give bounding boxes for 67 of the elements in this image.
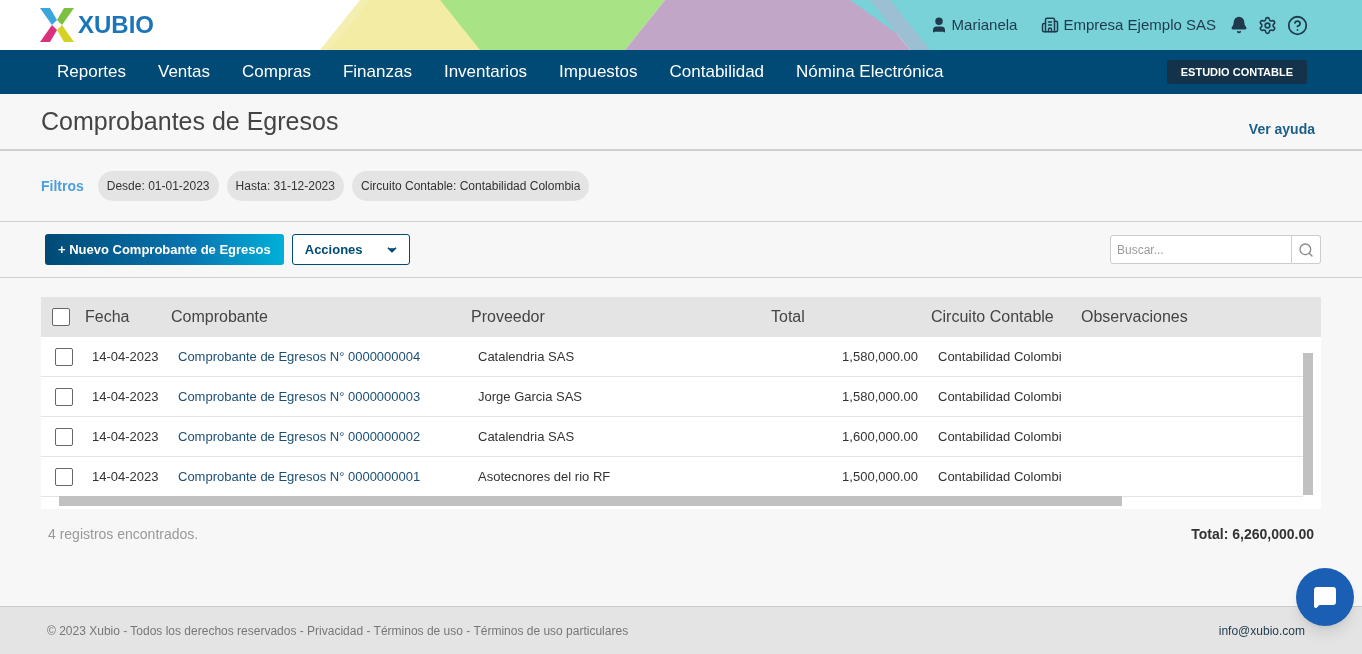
nav-item[interactable]: Compras — [226, 59, 327, 85]
table-cell-text: Contabilidad Colombi — [937, 427, 1062, 446]
table-cell-text: 1,580,000.00 — [841, 347, 918, 366]
help-link[interactable]: Ver ayuda — [1248, 119, 1315, 140]
table-cell-text: Contabilidad Colombi — [937, 467, 1062, 486]
help-icon[interactable] — [1287, 14, 1308, 36]
table-cell-text: 14-04-2023 — [92, 347, 160, 366]
filter-chip[interactable]: Hasta: 31-12-2023 — [226, 171, 344, 201]
table-cell-text: 14-04-2023 — [92, 387, 160, 406]
table-cell-text: 1,580,000.00 — [841, 387, 918, 406]
table-cell[interactable]: Comprobante de Egresos N° 0000000002 — [178, 426, 478, 447]
table-cell-text: Contabilidad Colombi — [937, 387, 1062, 406]
search-button[interactable] — [1292, 235, 1321, 264]
building-icon — [1041, 16, 1060, 34]
checkbox[interactable] — [55, 467, 73, 486]
actions-button[interactable]: Acciones — [291, 234, 410, 265]
checkbox[interactable] — [55, 347, 73, 366]
grand-total: Total: 6,260,000.00 — [1191, 525, 1314, 544]
notifications-icon[interactable] — [1230, 16, 1248, 34]
settings-icon[interactable] — [1258, 15, 1277, 35]
table-cell-text: 14-04-2023 — [92, 427, 160, 446]
table-cell-text: Catalendria SAS — [478, 347, 576, 366]
filter-chip[interactable]: Desde: 01-01-2023 — [97, 171, 219, 201]
page-title: Comprobantes de Egresos — [41, 105, 339, 137]
table-cell-text: 1,600,000.00 — [841, 427, 918, 446]
column-header[interactable]: Proveedor — [471, 305, 771, 329]
user-name[interactable]: Marianela — [951, 13, 1018, 37]
checkbox[interactable] — [52, 308, 70, 326]
column-header[interactable]: Total — [771, 305, 931, 329]
filters-label: Filtros — [41, 176, 84, 196]
nav-item[interactable]: Impuestos — [543, 59, 654, 85]
checkbox[interactable] — [55, 387, 73, 406]
vertical-scrollbar[interactable] — [1303, 353, 1313, 495]
search-icon — [1298, 241, 1314, 258]
logo-text: XUBIO — [78, 10, 154, 40]
table-cell[interactable]: Comprobante de Egresos N° 0000000003 — [178, 386, 478, 407]
chat-icon — [1313, 585, 1337, 609]
table-cell-text: Contabilidad Colombi — [937, 347, 1062, 366]
table-cell[interactable]: Comprobante de Egresos N° 0000000004 — [178, 346, 478, 367]
table-cell-text: Jorge Garcia SAS — [478, 387, 584, 406]
table-cell-text: 14-04-2023 — [92, 467, 160, 486]
chat-button[interactable] — [1296, 568, 1354, 626]
column-header[interactable]: Fecha — [85, 305, 171, 329]
column-header[interactable]: Comprobante — [171, 305, 471, 329]
company-name[interactable]: Empresa Ejemplo SAS — [1063, 13, 1216, 37]
nav-item[interactable]: Nómina Electrónica — [780, 59, 960, 85]
logo-icon — [40, 8, 74, 42]
nav-item[interactable]: Finanzas — [326, 59, 428, 85]
checkbox[interactable] — [55, 427, 73, 446]
filter-chip[interactable]: Circuito Contable: Contabilidad Colombia — [351, 171, 590, 201]
table-cell-text: Asotecnores del rio RF — [478, 467, 612, 486]
search-field[interactable]: Buscar... — [1110, 235, 1292, 264]
table-cell-text: Catalendria SAS — [478, 427, 576, 446]
column-header[interactable]: Observaciones — [1081, 305, 1201, 329]
new-voucher-button[interactable]: + Nuevo Comprobante de Egresos — [45, 234, 284, 265]
footer-links: © 2023 Xubio - Todos los derechos reservados - Privacidad - Términos de uso - Términos de uso particulares — [47, 622, 629, 640]
column-header[interactable]: Circuito Contable — [931, 305, 1081, 329]
table-cell[interactable]: Comprobante de Egresos N° 0000000001 — [178, 466, 478, 487]
record-count: 4 registros encontrados. — [48, 525, 199, 544]
nav-item[interactable]: Inventarios — [427, 59, 544, 85]
nav-item[interactable]: Contabilidad — [653, 59, 781, 85]
table-cell-text: 1,500,000.00 — [841, 467, 918, 486]
studio-badge[interactable]: ESTUDIO CONTABLE — [1166, 59, 1307, 85]
email-link[interactable]: info@xubio.com — [1218, 621, 1305, 640]
horizontal-scrollbar[interactable] — [59, 496, 1122, 506]
nav-item[interactable]: Reportes — [41, 59, 142, 85]
nav-item[interactable]: Ventas — [142, 59, 226, 85]
